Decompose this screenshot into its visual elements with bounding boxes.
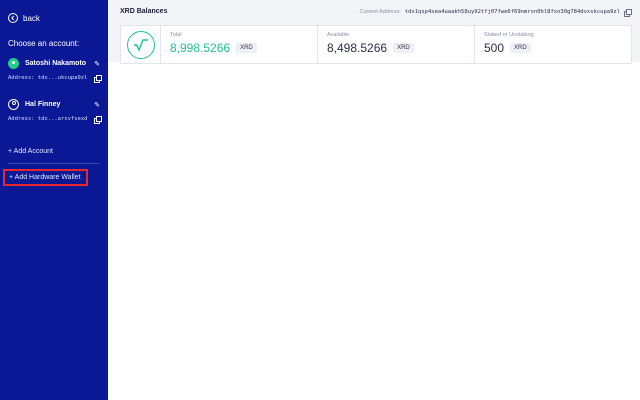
- copy-icon[interactable]: [94, 116, 102, 124]
- add-account-button[interactable]: + Add Account: [8, 148, 53, 155]
- radix-logo-icon: [126, 30, 155, 59]
- token-badge: XRD: [236, 43, 257, 53]
- back-button[interactable]: back: [8, 13, 40, 23]
- token-badge: XRD: [393, 43, 414, 53]
- choose-account-label: Choose an account:: [8, 39, 80, 48]
- copy-icon[interactable]: [94, 75, 102, 83]
- account-item-hal[interactable]: Hal Finney ✎ Address: tdx...arsvfsexd: [8, 99, 102, 124]
- balance-total: Total 8,998.5266 XRD: [161, 26, 318, 63]
- balance-amount: 8,998.5266: [170, 41, 231, 55]
- current-address: Current Address: tdx1qsp4xea4uaakh58uy92…: [359, 9, 632, 17]
- user-icon: [8, 58, 19, 69]
- balance-available: Available 8,498.5266 XRD: [318, 26, 475, 63]
- current-address-value: tdx1qsp4xea4uaakh58uy92tfj07fwe6f69nmrsn…: [404, 9, 620, 15]
- token-badge: XRD: [510, 43, 531, 53]
- copy-icon[interactable]: [624, 9, 632, 17]
- edit-icon[interactable]: ✎: [92, 101, 100, 109]
- add-hardware-wallet-label: + Add Hardware Wallet: [9, 174, 81, 181]
- balance-amount: 500: [484, 41, 505, 55]
- account-item-satoshi[interactable]: Satoshi Nakamoto ✎ Address: tdx...ukcupa…: [8, 58, 102, 83]
- add-hardware-wallet-button[interactable]: + Add Hardware Wallet: [3, 169, 88, 186]
- balance-staked: Staked or Unstaking 500 XRD: [475, 26, 631, 63]
- account-name: Satoshi Nakamoto: [25, 60, 87, 67]
- user-icon: [8, 99, 19, 110]
- balance-amount: 8,498.5266: [327, 41, 388, 55]
- balances-card: Total 8,998.5266 XRD Available 8,498.526…: [120, 25, 632, 64]
- balance-label: Staked or Unstaking: [484, 32, 534, 38]
- current-address-label: Current Address:: [359, 9, 401, 15]
- account-address: Address: tdx...ukcupa9zl: [8, 75, 88, 81]
- logo-cell: [121, 26, 161, 63]
- account-name: Hal Finney: [25, 101, 61, 108]
- page-title: XRD Balances: [120, 8, 168, 15]
- sidebar: back Choose an account: Satoshi Nakamoto…: [0, 0, 108, 400]
- divider: [8, 163, 100, 164]
- balance-label: Available: [327, 32, 350, 38]
- balance-label: Total: [170, 32, 182, 38]
- edit-icon[interactable]: ✎: [92, 60, 100, 68]
- back-arrow-icon: [8, 13, 18, 23]
- main-content: XRD Balances Current Address: tdx1qsp4xe…: [108, 0, 640, 400]
- back-label: back: [23, 13, 40, 23]
- account-address: Address: tdx...arsvfsexd: [8, 116, 88, 122]
